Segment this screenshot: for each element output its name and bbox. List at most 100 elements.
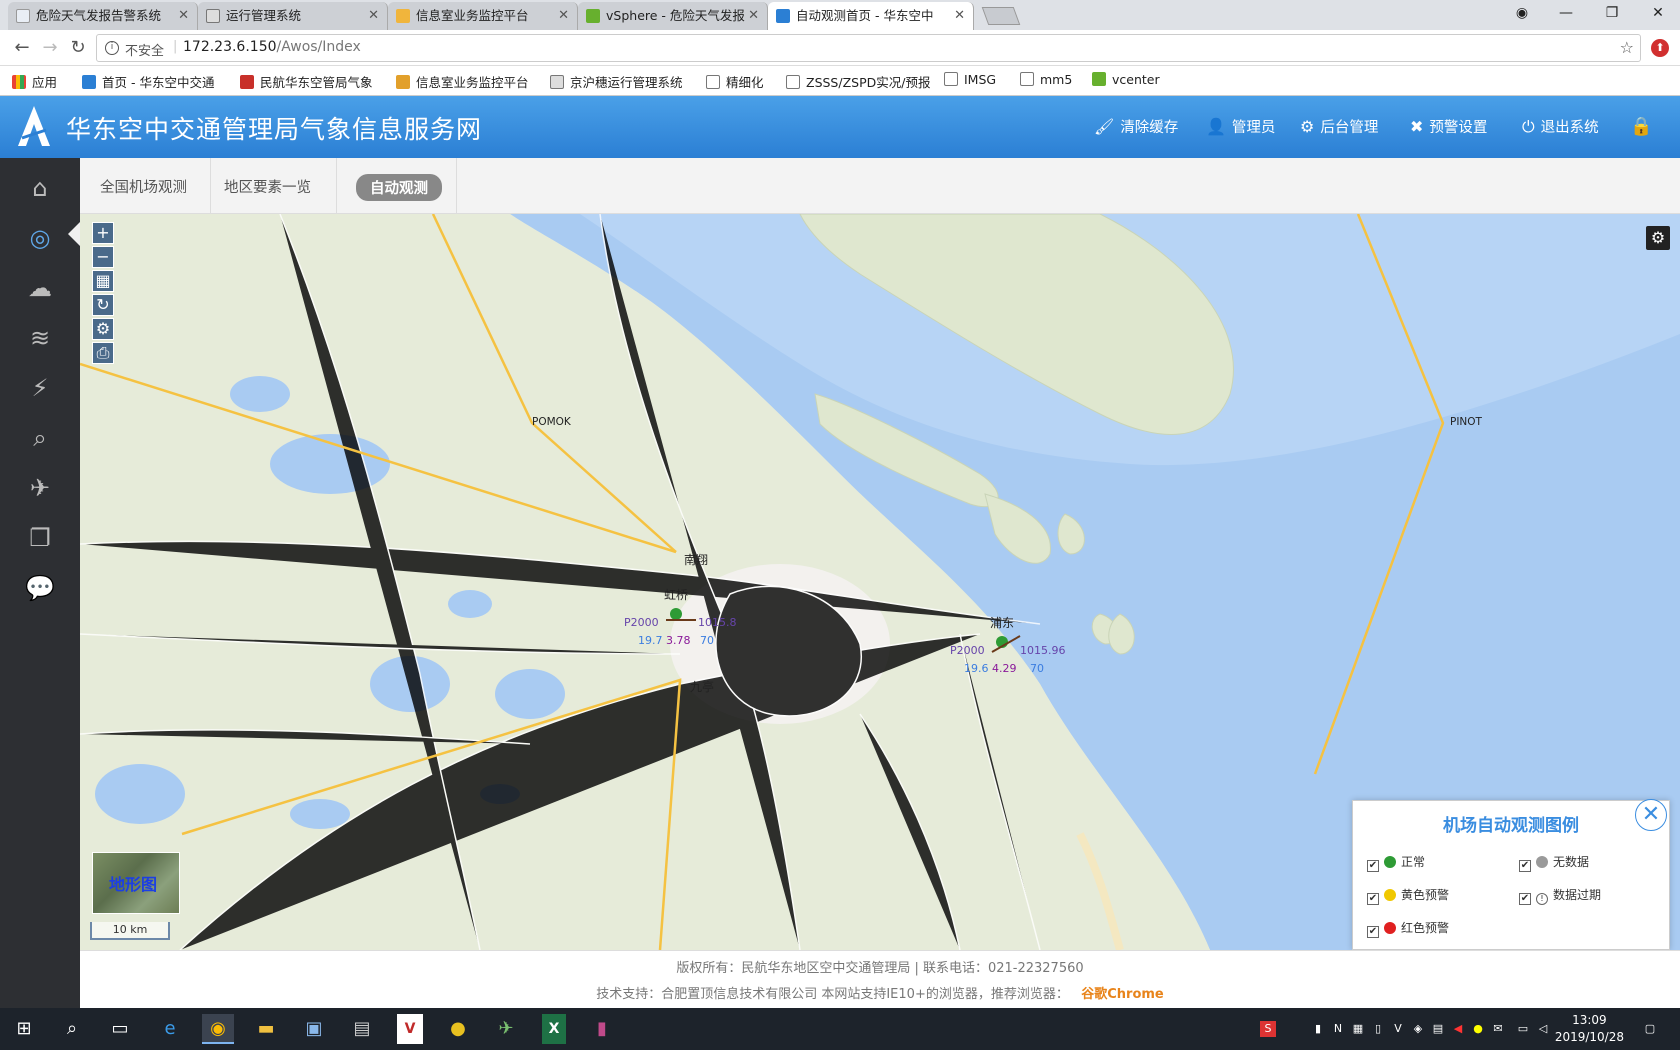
close-icon[interactable]: ✕ — [748, 2, 759, 30]
chrome-link[interactable]: 谷歌Chrome — [1081, 987, 1164, 1002]
checkbox[interactable]: ✔ — [1519, 893, 1531, 905]
tray-icon[interactable]: ● — [1470, 1021, 1486, 1037]
alert-settings-button[interactable]: ✖ 预警设置 — [1410, 116, 1487, 137]
network-icon[interactable]: ▣ — [298, 1014, 330, 1044]
bookmark-item[interactable]: vcenter — [1092, 72, 1160, 87]
zoom-out-button[interactable]: − — [92, 246, 114, 268]
bookmark-apps[interactable]: 应用 — [12, 72, 57, 91]
back-icon[interactable]: ← — [10, 36, 34, 60]
task-view-icon[interactable]: ▭ — [104, 1014, 136, 1044]
ie-icon[interactable]: e — [154, 1014, 186, 1044]
legend-item-normal[interactable]: ✔ 正常 — [1367, 853, 1425, 872]
browser-tab[interactable]: 信息室业务监控平台 ✕ — [388, 2, 578, 30]
tray-icon[interactable]: ▯ — [1370, 1021, 1386, 1037]
extension-icon[interactable]: ⬆ — [1651, 39, 1669, 57]
new-tab-button[interactable] — [981, 7, 1021, 25]
app-icon[interactable]: ▤ — [346, 1014, 378, 1044]
close-icon[interactable]: ✕ — [178, 2, 189, 30]
typhoon-icon[interactable]: ≋ — [22, 320, 58, 356]
documents-icon[interactable]: ❐ — [22, 520, 58, 556]
tray-icon[interactable]: ✉ — [1490, 1021, 1506, 1037]
terrain-layer-button[interactable]: 地形图 — [92, 852, 180, 914]
bookmark-item[interactable]: 京沪穗运行管理系统 — [550, 72, 683, 91]
bookmark-item[interactable]: 民航华东空管局气象 — [240, 72, 373, 91]
browser-tab[interactable]: 运行管理系统 ✕ — [198, 2, 388, 30]
clear-cache-button[interactable]: 🖌 清除缓存 — [1094, 116, 1178, 137]
print-icon[interactable]: ⎙ — [92, 342, 114, 364]
app-icon[interactable]: ✈ — [490, 1014, 522, 1044]
tray-icon[interactable]: ▤ — [1430, 1021, 1446, 1037]
tray-icon[interactable]: ▮ — [1310, 1021, 1326, 1037]
star-icon[interactable]: ☆ — [1620, 38, 1634, 57]
zoom-in-button[interactable]: + — [92, 222, 114, 244]
network-icon[interactable]: ▭ — [1515, 1021, 1531, 1037]
browser-tab[interactable]: vSphere - 危险天气发报 ✕ — [578, 2, 768, 30]
checkbox[interactable]: ✔ — [1367, 926, 1379, 938]
cloud-icon[interactable]: ☁ — [22, 270, 58, 306]
checkbox[interactable]: ✔ — [1367, 860, 1379, 872]
admin-button[interactable]: 👤 管理员 — [1206, 116, 1275, 137]
lock-icon[interactable]: 🔒 — [1630, 116, 1652, 137]
legend-item-no-data[interactable]: ✔ 无数据 — [1519, 853, 1589, 872]
tray-icon[interactable]: ▦ — [1350, 1021, 1366, 1037]
forward-icon[interactable]: → — [38, 36, 62, 60]
url-input[interactable]: i 不安全 | 172.23.6.150/Awos/Index ☆ — [96, 34, 1641, 62]
page-icon — [16, 9, 30, 23]
gear-icon[interactable]: ⚙ — [92, 318, 114, 340]
close-icon[interactable]: ✕ — [368, 2, 379, 30]
tray-icon[interactable]: V — [1390, 1021, 1406, 1037]
chat-icon[interactable]: 💬 — [22, 570, 58, 606]
tray-icon[interactable]: ◈ — [1410, 1021, 1426, 1037]
tab-regional-elements[interactable]: 地区要素一览 — [224, 176, 311, 197]
close-icon[interactable]: ✕ — [954, 2, 965, 30]
bookmark-item[interactable]: 精细化 — [706, 72, 764, 91]
browser-tab-active[interactable]: 自动观测首页 - 华东空中 ✕ — [768, 2, 974, 30]
sogou-icon[interactable]: S — [1260, 1021, 1276, 1037]
system-clock[interactable]: 13:09 2019/10/28 — [1555, 1012, 1624, 1046]
volume-icon[interactable]: ◁ — [1535, 1021, 1551, 1037]
app-icon[interactable]: ● — [442, 1014, 474, 1044]
notification-icon[interactable]: ▢ — [1642, 1021, 1658, 1037]
search-icon[interactable]: ⌕ — [22, 420, 58, 456]
info-icon[interactable]: i — [105, 41, 119, 55]
bookmark-item[interactable]: IMSG — [944, 72, 996, 87]
tray-icon[interactable]: ◀ — [1450, 1021, 1466, 1037]
checkbox[interactable]: ✔ — [1367, 893, 1379, 905]
legend-item-red-alert[interactable]: ✔ 红色预警 — [1367, 919, 1449, 938]
close-icon[interactable]: ✕ — [1635, 799, 1667, 831]
windows-start-icon[interactable]: ⊞ — [8, 1014, 40, 1044]
map-settings-icon[interactable]: ⚙ — [1646, 226, 1670, 250]
folder-icon[interactable]: ▬ — [250, 1014, 282, 1044]
radar-icon[interactable]: ◎ — [22, 220, 58, 256]
layers-icon[interactable]: ▦ — [92, 270, 114, 292]
window-close-icon[interactable]: ✕ — [1636, 0, 1680, 28]
bookmark-item[interactable]: 首页 - 华东空中交通 — [82, 72, 214, 91]
legend-item-yellow-alert[interactable]: ✔ 黄色预警 — [1367, 886, 1449, 905]
excel-icon[interactable]: X — [542, 1014, 566, 1044]
refresh-icon[interactable]: ↻ — [92, 294, 114, 316]
close-icon[interactable]: ✕ — [558, 2, 569, 30]
bookmark-label: 精细化 — [726, 75, 764, 90]
logout-button[interactable]: ⏻ 退出系统 — [1522, 116, 1599, 137]
database-icon[interactable]: ▮ — [586, 1014, 618, 1044]
home-icon[interactable]: ⌂ — [22, 170, 58, 206]
backend-admin-button[interactable]: ⚙ 后台管理 — [1300, 116, 1378, 137]
lightning-icon[interactable]: ⚡ — [22, 370, 58, 406]
airplane-icon[interactable]: ✈ — [22, 470, 58, 506]
user-icon[interactable]: ◉ — [1500, 0, 1544, 28]
checkbox[interactable]: ✔ — [1519, 860, 1531, 872]
legend-item-expired[interactable]: ✔! 数据过期 — [1519, 886, 1601, 905]
chrome-icon[interactable]: ◉ — [202, 1014, 234, 1044]
bookmark-item[interactable]: ZSSS/ZSPD实况/预报 — [786, 72, 930, 91]
bookmark-item[interactable]: 信息室业务监控平台 — [396, 72, 529, 91]
vc-icon[interactable]: V — [397, 1014, 423, 1044]
search-icon[interactable]: ⌕ — [56, 1014, 88, 1044]
restore-icon[interactable]: ❐ — [1590, 0, 1634, 28]
tab-auto-observation[interactable]: 自动观测 — [356, 174, 442, 201]
tray-icon[interactable]: N — [1330, 1021, 1346, 1037]
minimize-icon[interactable]: — — [1544, 0, 1588, 28]
browser-tab[interactable]: 危险天气发报告警系统 ✕ — [8, 2, 198, 30]
tab-national-airport-obs[interactable]: 全国机场观测 — [100, 176, 187, 197]
reload-icon[interactable]: ↻ — [66, 36, 90, 60]
bookmark-item[interactable]: mm5 — [1020, 72, 1072, 87]
